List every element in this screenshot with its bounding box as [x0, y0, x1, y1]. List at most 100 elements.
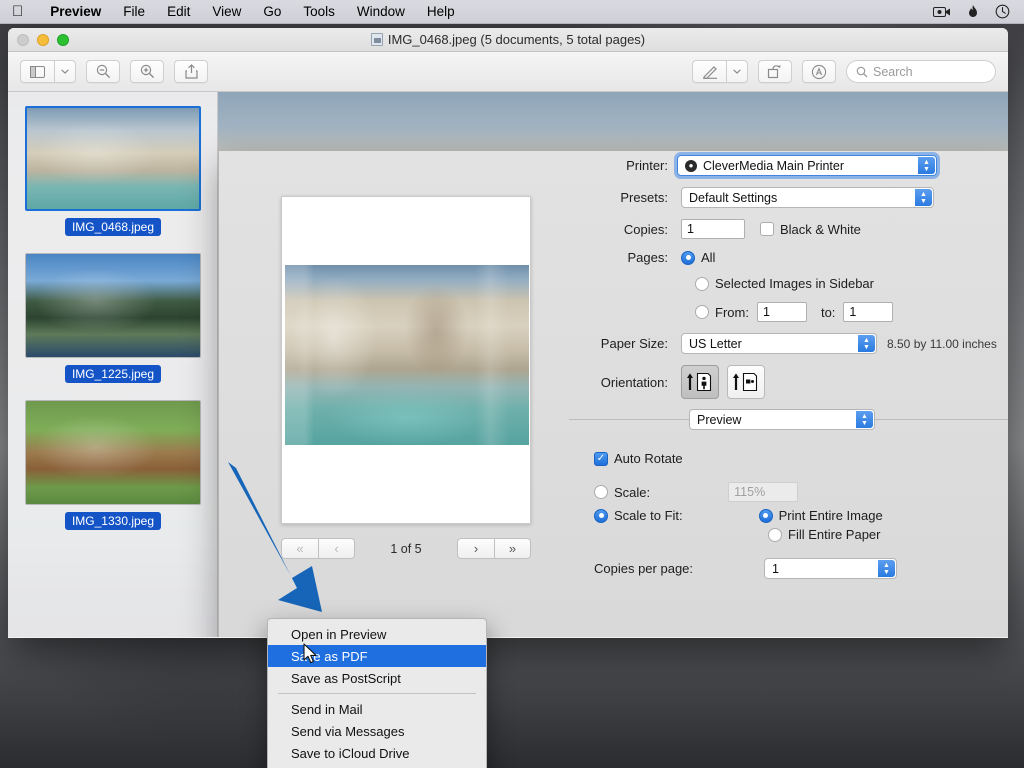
menu-item-preview[interactable]: Preview	[39, 0, 112, 24]
thumbnail-image[interactable]	[25, 400, 201, 505]
menu-item-file[interactable]: File	[112, 0, 156, 24]
printer-value: CleverMedia Main Printer	[703, 159, 844, 173]
thumbnail-label: IMG_0468.jpeg	[65, 218, 161, 236]
copies-label: Copies:	[569, 222, 677, 237]
presets-select[interactable]: Default Settings ▲▼	[681, 187, 934, 208]
pages-all-row: Pages: All	[569, 250, 1008, 265]
thumbnail-image[interactable]	[25, 106, 201, 211]
presets-stepper-icon[interactable]: ▲▼	[915, 189, 932, 206]
annotate-icon[interactable]	[802, 60, 836, 83]
menu-item-help[interactable]: Help	[416, 0, 466, 24]
paper-size-stepper-icon[interactable]: ▲▼	[858, 335, 875, 352]
printer-status-icon: ●	[685, 160, 697, 172]
sidebar-toggle-group[interactable]	[20, 60, 76, 83]
pages-from-value: 1	[763, 305, 770, 319]
scale-input[interactable]: 115%	[728, 482, 798, 502]
pages-to-input[interactable]: 1	[843, 302, 893, 322]
sidebar-chevron-down-icon[interactable]	[54, 60, 76, 83]
copies-per-page-select[interactable]: 1 ▲▼	[764, 558, 897, 579]
sidebar-thumbnail-1[interactable]: IMG_1225.jpeg	[8, 253, 218, 388]
scale-to-fit-radio[interactable]	[594, 509, 608, 523]
print-dialog: « ‹ 1 of 5 › » Printer: ● CleverMed	[218, 151, 1008, 637]
menu-item-save-to-icloud-drive[interactable]: Save to iCloud Drive	[268, 742, 486, 764]
sidebar-thumbnail-2[interactable]: IMG_1330.jpeg	[8, 400, 218, 535]
window-title: IMG_0468.jpeg (5 documents, 5 total page…	[8, 32, 1008, 47]
print-entire-image-label: Print Entire Image	[779, 508, 883, 523]
menu-bar:  Preview File Edit View Go Tools Window…	[0, 0, 1024, 24]
pages-range-radio[interactable]	[695, 305, 709, 319]
search-input[interactable]: Search	[846, 60, 996, 83]
menu-item-edit[interactable]: Edit	[156, 0, 201, 24]
screen-recording-icon[interactable]	[933, 6, 951, 18]
pages-to-value: 1	[849, 305, 856, 319]
pages-selected-images-radio[interactable]	[695, 277, 709, 291]
markup-group[interactable]	[692, 60, 748, 83]
mouse-cursor	[303, 643, 319, 665]
pages-selected-images-label: Selected Images in Sidebar	[715, 276, 874, 291]
first-page-button[interactable]: «	[281, 538, 318, 559]
pane-select[interactable]: Preview ▲▼	[689, 409, 875, 430]
menu-scroll-down-indicator[interactable]: ▼	[268, 764, 486, 768]
search-icon	[856, 66, 868, 78]
menu-item-save-as-postscript[interactable]: Save as PostScript	[268, 667, 486, 689]
pages-from-input[interactable]: 1	[757, 302, 807, 322]
menu-item-view[interactable]: View	[201, 0, 252, 24]
pages-selected-row: Selected Images in Sidebar	[569, 276, 1008, 291]
preview-window: IMG_0468.jpeg (5 documents, 5 total page…	[8, 28, 1008, 638]
print-settings: Printer: ● CleverMedia Main Printer ▲▼ P…	[569, 155, 1008, 590]
menu-item-open-in-preview[interactable]: Open in Preview	[268, 623, 486, 645]
thumbnail-label: IMG_1330.jpeg	[65, 512, 161, 530]
fill-entire-paper-row: Fill Entire Paper	[569, 527, 1008, 542]
pager-forward-group[interactable]: › »	[457, 538, 531, 559]
menu-item-window[interactable]: Window	[346, 0, 416, 24]
paper-size-select[interactable]: US Letter ▲▼	[681, 333, 877, 354]
zoom-in-icon[interactable]	[130, 60, 164, 83]
menu-item-save-as-pdf[interactable]: Save as PDF	[268, 645, 486, 667]
prev-page-button[interactable]: ‹	[318, 538, 355, 559]
next-page-button[interactable]: ›	[457, 538, 494, 559]
presets-row: Presets: Default Settings ▲▼	[569, 187, 1008, 208]
copies-per-page-row: Copies per page: 1 ▲▼	[569, 558, 1008, 579]
window-title-text: IMG_0468.jpeg (5 documents, 5 total page…	[388, 32, 645, 47]
scale-label: Scale:	[614, 485, 650, 500]
print-preview-page	[281, 196, 531, 524]
time-machine-icon[interactable]	[995, 4, 1010, 19]
copies-input[interactable]: 1	[681, 219, 745, 239]
copies-per-page-stepper-icon[interactable]: ▲▼	[878, 560, 895, 577]
portrait-orientation-icon[interactable]	[681, 365, 719, 399]
pane-stepper-icon[interactable]: ▲▼	[856, 411, 873, 428]
fill-entire-paper-radio[interactable]	[768, 528, 782, 542]
printer-select[interactable]: ● CleverMedia Main Printer ▲▼	[677, 155, 937, 176]
thumbnail-image[interactable]	[25, 253, 201, 358]
pdf-dropdown-menu: Open in Preview Save as PDF Save as Post…	[267, 618, 487, 768]
menu-item-go[interactable]: Go	[252, 0, 292, 24]
scale-value: 115%	[734, 485, 765, 499]
pager-back-group[interactable]: « ‹	[281, 538, 355, 559]
landscape-orientation-icon[interactable]	[727, 365, 765, 399]
copies-per-page-label: Copies per page:	[594, 561, 744, 576]
apple-logo-icon[interactable]: 	[12, 4, 23, 19]
sidebar-thumbnail-0[interactable]: IMG_0468.jpeg	[8, 106, 218, 241]
zoom-out-icon[interactable]	[86, 60, 120, 83]
share-icon[interactable]	[174, 60, 208, 83]
paper-size-row: Paper Size: US Letter ▲▼ 8.50 by 11.00 i…	[569, 333, 1008, 354]
pages-from-label: From:	[715, 305, 749, 320]
print-entire-image-radio[interactable]	[759, 509, 773, 523]
auto-rotate-checkbox[interactable]: ✓	[594, 452, 608, 466]
menu-item-send-in-mail[interactable]: Send in Mail	[268, 698, 486, 720]
menu-item-tools[interactable]: Tools	[292, 0, 346, 24]
window-titlebar: IMG_0468.jpeg (5 documents, 5 total page…	[8, 28, 1008, 52]
sidebar-toggle-icon[interactable]	[20, 60, 54, 83]
document-content: IMG_0468.jpeg IMG_1225.jpeg IMG_1330.jpe…	[8, 92, 1008, 637]
markup-pen-icon[interactable]	[692, 60, 726, 83]
menu-item-send-via-messages[interactable]: Send via Messages	[268, 720, 486, 742]
printer-stepper-icon[interactable]: ▲▼	[918, 157, 935, 174]
rotate-icon[interactable]	[758, 60, 792, 83]
pages-all-radio[interactable]	[681, 251, 695, 265]
black-white-checkbox[interactable]	[760, 222, 774, 236]
scale-radio[interactable]	[594, 485, 608, 499]
last-page-button[interactable]: »	[494, 538, 531, 559]
markup-chevron-down-icon[interactable]	[726, 60, 748, 83]
copies-value: 1	[687, 222, 694, 236]
flame-icon[interactable]	[967, 5, 979, 19]
